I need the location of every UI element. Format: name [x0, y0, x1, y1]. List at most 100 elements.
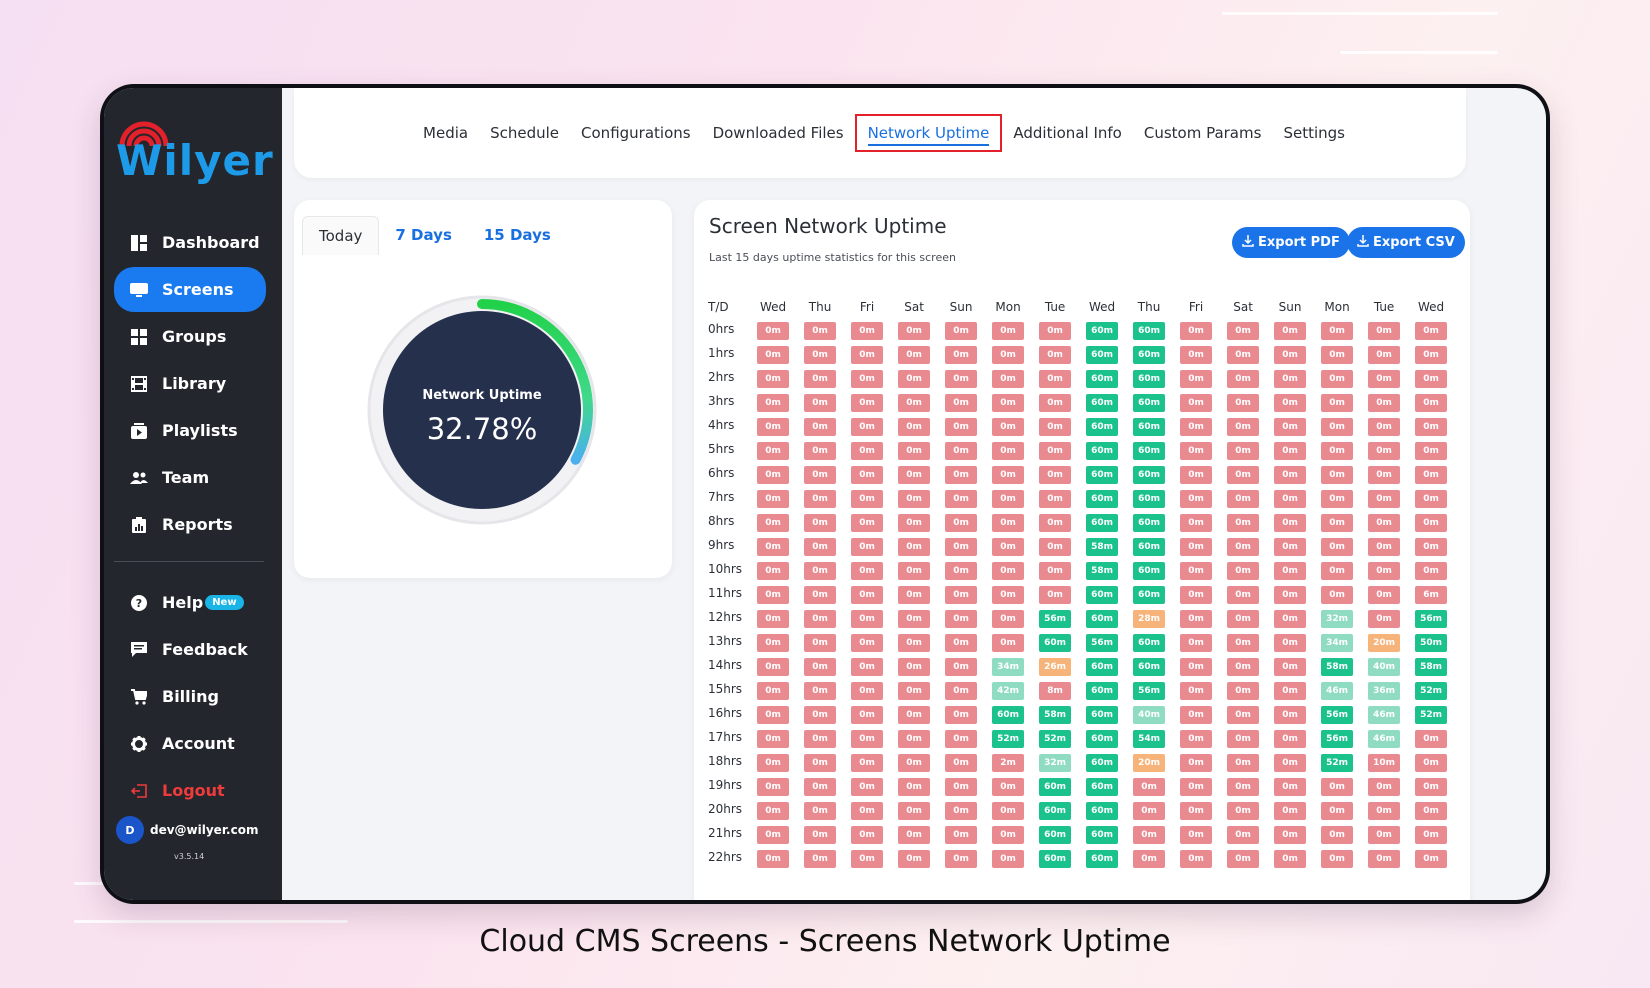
- sidebar-item-account[interactable]: Account: [114, 721, 266, 766]
- uptime-cell-wrap: 0m: [945, 413, 978, 437]
- uptime-cell-wrap: 0m: [898, 653, 931, 677]
- uptime-cell-wrap: 60m: [1086, 365, 1119, 389]
- uptime-cell: 0m: [945, 394, 978, 412]
- uptime-cell-wrap: 60m: [992, 701, 1025, 725]
- uptime-cell: 0m: [1415, 514, 1448, 532]
- period-tab-15-days[interactable]: 15 Days: [468, 216, 567, 255]
- uptime-cell-wrap: 0m: [1133, 773, 1166, 797]
- sidebar-item-screens[interactable]: Screens: [114, 267, 266, 312]
- uptime-cell: 0m: [898, 634, 931, 652]
- table-row: 15hrs 0m 0m 0m 0m 0m 42m 8m 60m 56m 0m 0m 0m 46m 36m 52…: [708, 677, 1448, 701]
- uptime-cell-wrap: 28m: [1133, 605, 1166, 629]
- uptime-cell: 0m: [992, 778, 1025, 796]
- uptime-cell: 0m: [898, 586, 931, 604]
- tab-schedule[interactable]: Schedule: [479, 114, 570, 152]
- hour-label: 21hrs: [708, 826, 743, 840]
- uptime-cell: 0m: [851, 562, 884, 580]
- sidebar-item-groups[interactable]: Groups: [114, 314, 266, 359]
- uptime-cell-wrap: 60m: [1039, 845, 1072, 869]
- user-profile[interactable]: D dev@wilyer.com: [116, 816, 258, 844]
- tab-network-uptime[interactable]: Network Uptime: [854, 114, 1003, 152]
- sidebar-item-label: Billing: [162, 687, 219, 706]
- uptime-cell: 0m: [992, 394, 1025, 412]
- uptime-cell-wrap: 60m: [1133, 533, 1166, 557]
- uptime-cell-wrap: 0m: [992, 821, 1025, 845]
- hour-label: 8hrs: [708, 514, 735, 528]
- uptime-cell: 0m: [804, 634, 837, 652]
- uptime-cell: 34m: [1321, 634, 1354, 652]
- uptime-cell: 0m: [1227, 730, 1260, 748]
- uptime-cell-wrap: 0m: [1227, 365, 1260, 389]
- table-row: 18hrs 0m 0m 0m 0m 0m 2m 32m 60m 20m 0m 0m 0m 52m 10m 0m: [708, 749, 1448, 773]
- uptime-cell-wrap: 60m: [1086, 773, 1119, 797]
- uptime-cell: 42m: [992, 682, 1025, 700]
- uptime-cell-wrap: 0m: [1415, 461, 1448, 485]
- uptime-cell-wrap: 0m: [1227, 797, 1260, 821]
- sidebar-item-library[interactable]: Library: [114, 361, 266, 406]
- sidebar-item-feedback[interactable]: Feedback: [114, 627, 266, 672]
- uptime-cell: 56m: [1133, 682, 1166, 700]
- tab-additional-info[interactable]: Additional Info: [1002, 114, 1132, 152]
- day-header: Wed: [759, 300, 787, 314]
- uptime-cell-wrap: 0m: [1321, 509, 1354, 533]
- uptime-cell-wrap: 0m: [851, 749, 884, 773]
- uptime-cell: 0m: [757, 442, 790, 460]
- uptime-cell: 0m: [757, 730, 790, 748]
- uptime-cell-wrap: 32m: [1039, 749, 1072, 773]
- tab-configurations[interactable]: Configurations: [570, 114, 702, 152]
- uptime-cell-wrap: 0m: [1368, 485, 1401, 509]
- sidebar-item-logout[interactable]: Logout: [114, 768, 266, 813]
- uptime-cell-wrap: 0m: [1415, 797, 1448, 821]
- uptime-cell: 0m: [898, 850, 931, 868]
- uptime-cell-wrap: 58m: [1039, 701, 1072, 725]
- sidebar-item-reports[interactable]: Reports: [114, 502, 266, 547]
- new-badge: New: [205, 595, 244, 610]
- uptime-cell: 56m: [1086, 634, 1119, 652]
- sidebar-item-playlists[interactable]: Playlists: [114, 408, 266, 453]
- uptime-cell: 0m: [898, 778, 931, 796]
- table-row: 1hrs 0m 0m 0m 0m 0m 0m 0m 60m 60m 0m 0m 0m 0m 0m 0m: [708, 341, 1448, 365]
- hour-label: 20hrs: [708, 802, 743, 816]
- uptime-cell-wrap: 0m: [992, 461, 1025, 485]
- uptime-cell: 0m: [1415, 418, 1448, 436]
- uptime-cell-wrap: 0m: [898, 389, 931, 413]
- uptime-cell: 0m: [1321, 538, 1354, 556]
- uptime-cell-wrap: 0m: [1180, 557, 1213, 581]
- uptime-cell-wrap: 60m: [1133, 485, 1166, 509]
- uptime-cell-wrap: 0m: [851, 485, 884, 509]
- export-pdf-button[interactable]: Export PDF: [1232, 227, 1350, 258]
- uptime-cell-wrap: 0m: [804, 581, 837, 605]
- hour-label: 18hrs: [708, 754, 743, 768]
- period-tab-today[interactable]: Today: [302, 216, 380, 255]
- sidebar-item-dashboard[interactable]: Dashboard: [114, 220, 266, 265]
- uptime-cell: 0m: [1180, 802, 1213, 820]
- uptime-cell-wrap: 0m: [1368, 365, 1401, 389]
- day-header: Wed: [1088, 300, 1116, 314]
- tab-media[interactable]: Media: [412, 114, 479, 152]
- sidebar-item-help[interactable]: ? Help New: [114, 580, 266, 625]
- uptime-cell: 0m: [1227, 778, 1260, 796]
- table-row: 13hrs 0m 0m 0m 0m 0m 0m 60m 56m 60m 0m 0m 0m 34m 20m 50…: [708, 629, 1448, 653]
- uptime-cell-wrap: 0m: [851, 461, 884, 485]
- period-tab-7-days[interactable]: 7 Days: [379, 216, 467, 255]
- table-row: 4hrs 0m 0m 0m 0m 0m 0m 0m 60m 60m 0m 0m 0m 0m 0m 0m: [708, 413, 1448, 437]
- uptime-grid: T/D Wed Thu Fri Sat Sun Mon Tue Wed Thu Fri Sat Sun M…: [708, 297, 1462, 869]
- uptime-cell-wrap: 0m: [757, 341, 790, 365]
- uptime-cell: 0m: [1274, 850, 1307, 868]
- uptime-cell: 0m: [1227, 322, 1260, 340]
- tab-settings[interactable]: Settings: [1272, 114, 1356, 152]
- hour-label: 3hrs: [708, 394, 735, 408]
- export-csv-button[interactable]: Export CSV: [1347, 227, 1465, 258]
- uptime-cell: 58m: [1321, 658, 1354, 676]
- tab-custom-params[interactable]: Custom Params: [1133, 114, 1273, 152]
- hour-label: 0hrs: [708, 322, 735, 336]
- uptime-gauge-ring: [367, 295, 597, 525]
- wilyer-logo[interactable]: Wilyer: [116, 118, 276, 198]
- uptime-cell-wrap: 0m: [1274, 581, 1307, 605]
- tab-downloaded-files[interactable]: Downloaded Files: [702, 114, 855, 152]
- sidebar-item-billing[interactable]: Billing: [114, 674, 266, 719]
- sidebar-item-team[interactable]: Team: [114, 455, 266, 500]
- uptime-cell: 0m: [1321, 394, 1354, 412]
- day-header: Thu: [808, 300, 832, 314]
- uptime-cell: 0m: [1039, 562, 1072, 580]
